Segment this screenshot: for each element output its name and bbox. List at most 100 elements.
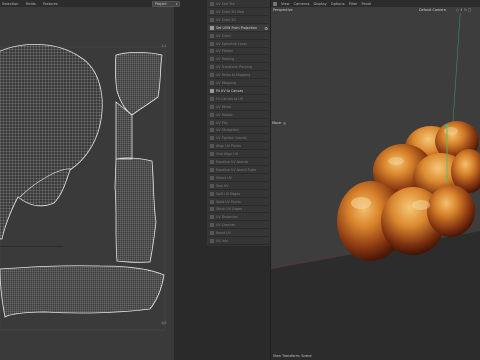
gear-icon[interactable]: ⚙ <box>264 26 268 31</box>
uv-command-item[interactable]: UV Info <box>208 238 269 245</box>
uv-command-item[interactable]: UV Rotate <box>208 112 269 119</box>
uv-command-item[interactable]: UV Relax to Mapping <box>208 72 269 80</box>
uv-command-item[interactable]: Align UV Points <box>208 143 269 151</box>
view-transform-label: View Transform: Scene <box>273 354 312 358</box>
uv-command-icon <box>210 207 214 212</box>
uv-command-item[interactable]: Set UVW From Projection ⚙ <box>208 24 269 32</box>
uv-command-icon <box>210 183 214 188</box>
uv-command-label: Stitch UV Edges <box>216 207 243 212</box>
uv-island-large[interactable] <box>0 43 103 240</box>
camera-nav-icons[interactable]: ○ ↕ ↻ □ <box>456 8 471 12</box>
move-tool-label[interactable]: Move <box>272 121 287 125</box>
menu-filter[interactable]: Filter <box>349 2 358 6</box>
viewport-menubar: View Cameras Display Options Filter Pane… <box>271 0 480 7</box>
uv-menubar: Selection Fields Textures <box>0 0 174 7</box>
menu-fields[interactable]: Fields <box>26 2 36 6</box>
uv-command-item[interactable]: UV Checker <box>208 222 269 230</box>
project-select[interactable]: Project ▾ <box>152 0 180 7</box>
uv-command-item[interactable]: Equalize UV Islands <box>208 159 269 166</box>
panel-gutter <box>174 0 207 360</box>
uv-command-label: UV Distortion <box>216 215 238 220</box>
uv-command-item[interactable]: Select UV <box>208 175 269 182</box>
uv-command-icon <box>210 65 214 70</box>
uv-command-item[interactable]: UV Distortion <box>208 214 269 222</box>
uv-command-item[interactable]: Fit UV to Canvas <box>208 88 269 95</box>
uv-command-label: UV Cubic <box>216 33 231 38</box>
uv-command-label: UV Mapping <box>216 81 236 85</box>
uv-command-item[interactable]: UV Edit Tex <box>208 1 269 8</box>
uv-command-label: Equalize UV Islands <box>216 160 249 164</box>
uv-command-icon <box>210 81 214 85</box>
empty-area <box>174 326 270 360</box>
move-tool-text: Move <box>272 121 282 125</box>
uv-command-label: UV Spherical Lasso <box>216 41 248 46</box>
uv-command-icon <box>210 17 214 22</box>
uv-command-item[interactable]: Fit Canvas to UV <box>208 96 269 103</box>
uv-corner-label-bottom: 1|0 <box>161 321 167 325</box>
uv-command-item[interactable]: UV Mapping <box>208 80 269 87</box>
uv-island-mid-right[interactable] <box>114 157 157 263</box>
uv-command-item[interactable]: Stitch UV Edges <box>208 206 269 214</box>
default-camera-label[interactable]: Default Camera <box>419 8 446 12</box>
viewport-scene[interactable] <box>271 13 480 352</box>
uv-canvas[interactable] <box>0 7 174 360</box>
uv-editor[interactable]: Selection Fields Textures 1:1 1|0 <box>0 0 174 360</box>
uv-command-label: UV Cube 3D Map <box>216 9 244 14</box>
uv-command-icon <box>210 2 214 6</box>
uv-command-label: UV Straighten <box>216 128 239 133</box>
uv-command-label: Fit UV to Canvas <box>216 88 244 93</box>
uv-command-label: Grid Align UV <box>216 152 238 157</box>
uv-command-label: Set UVW From Projection <box>216 25 257 30</box>
menu-options[interactable]: Options <box>331 2 345 6</box>
uv-command-item[interactable]: UV Cube 3D <box>208 17 269 24</box>
uv-command-label: Reset UV <box>216 231 231 236</box>
uv-command-icon <box>210 136 214 141</box>
uv-command-item[interactable]: UV Straighten <box>208 127 269 135</box>
uv-command-label: UV Relax to Mapping <box>216 73 251 78</box>
menu-cameras[interactable]: Cameras <box>294 2 310 6</box>
uv-command-item[interactable]: Reset UV <box>208 230 269 238</box>
menu-view[interactable]: View <box>281 2 290 6</box>
uv-command-label: Align UV Points <box>216 144 241 149</box>
move-tool-options-icon[interactable] <box>283 121 287 125</box>
menu-selection[interactable]: Selection <box>2 2 19 6</box>
uv-command-icon <box>210 120 214 125</box>
menu-display[interactable]: Display <box>314 2 327 6</box>
uv-command-label: Split UV Edges <box>216 191 241 196</box>
uv-command-item[interactable]: Equalize UV Island Scale <box>208 167 269 174</box>
viewport-options-icon[interactable] <box>273 1 277 6</box>
uv-command-item[interactable]: UV Flatten <box>208 48 269 56</box>
menu-textures[interactable]: Textures <box>43 2 58 6</box>
uv-command-icon <box>210 144 214 149</box>
uv-command-icon <box>210 88 214 93</box>
panel-bottom-border <box>0 246 63 247</box>
viewport-footer: View Transform: Scene <box>271 352 480 360</box>
uv-island-bottom[interactable] <box>0 265 165 318</box>
uv-island-top-right[interactable] <box>114 51 163 160</box>
uv-command-item[interactable]: Sew UV <box>208 183 269 190</box>
uv-command-icon <box>210 199 214 204</box>
uv-command-label: UV Transform Packing <box>216 65 252 70</box>
uv-command-item[interactable]: UV Cubic <box>208 33 269 40</box>
uv-command-icon <box>210 41 214 46</box>
uv-command-item[interactable]: UV Spherical Lasso <box>208 41 269 48</box>
uv-command-label: Weld UV Points <box>216 199 241 204</box>
uv-command-label: UV Info <box>216 239 228 243</box>
uv-command-label: Select UV <box>216 175 232 180</box>
menu-panel[interactable]: Panel <box>362 2 372 6</box>
uv-command-icon <box>210 191 214 196</box>
uv-command-item[interactable]: UV Mirror <box>208 104 269 111</box>
uv-command-item[interactable]: Split UV Edges <box>208 191 269 198</box>
uv-command-icon <box>210 73 214 78</box>
uv-command-item[interactable]: UV Transform Packing <box>208 64 269 72</box>
uv-command-item[interactable]: UV Packing <box>208 56 269 64</box>
uv-command-item[interactable]: Weld UV Points <box>208 199 269 206</box>
uv-command-item[interactable]: UV Flip <box>208 120 269 127</box>
uv-command-item[interactable]: Grid Align UV <box>208 151 269 159</box>
uv-command-item[interactable]: UV Tighten Islands <box>208 135 269 143</box>
uv-command-panel: UV Edit Tex UV Cube 3D Map UV Cube 3D Set U… <box>207 0 270 246</box>
uv-command-label: UV Packing <box>216 57 235 62</box>
chevron-down-icon: ▾ <box>175 1 178 6</box>
3d-viewport[interactable]: View Cameras Display Options Filter Pane… <box>270 0 480 360</box>
uv-command-item[interactable]: UV Cube 3D Map <box>208 9 269 16</box>
